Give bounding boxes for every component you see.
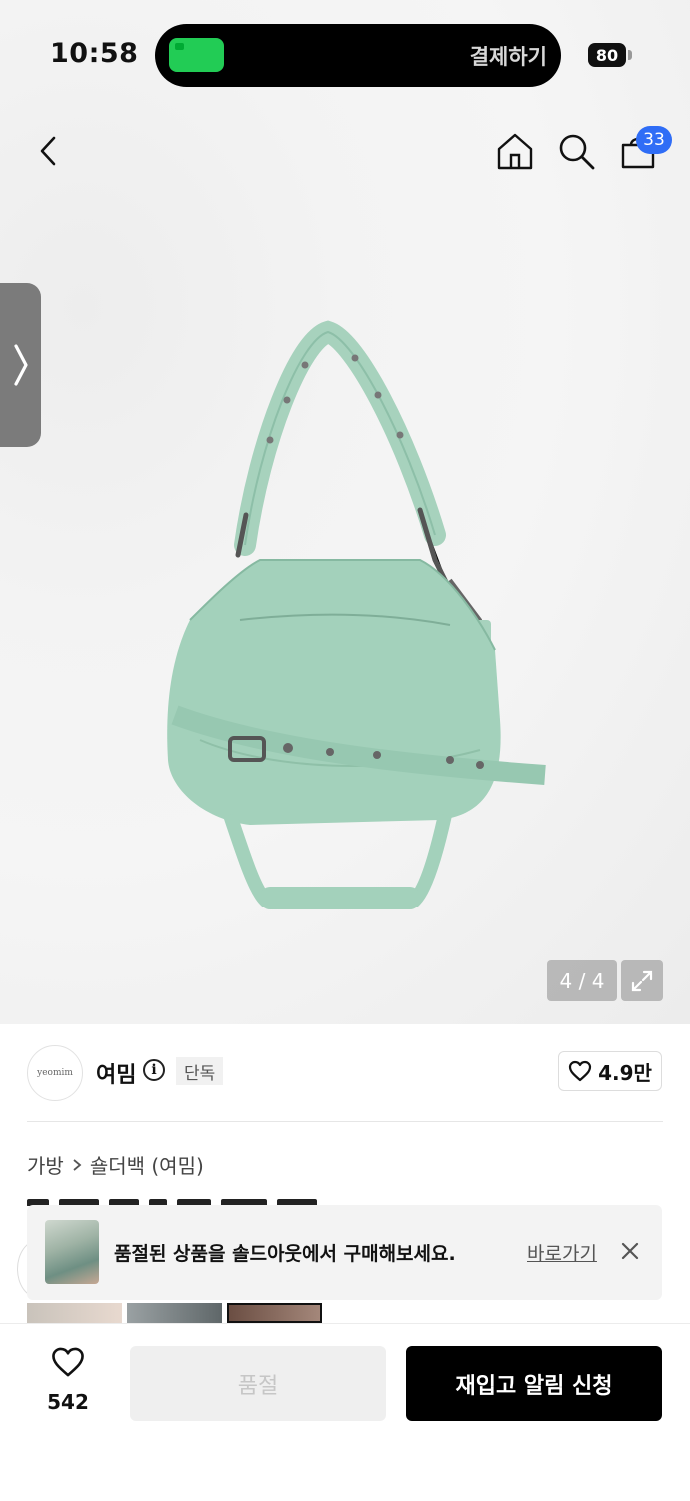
brand-like-button[interactable]: 4.9만 <box>558 1051 662 1091</box>
wishlist-count: 542 <box>47 1390 89 1414</box>
product-title-obscured <box>27 1192 367 1206</box>
search-button[interactable] <box>554 129 598 173</box>
back-button[interactable] <box>27 129 71 173</box>
info-icon[interactable]: i <box>143 1059 165 1081</box>
back-icon <box>40 136 56 166</box>
dynamic-island[interactable]: 결제하기 <box>155 24 561 87</box>
heart-icon <box>52 1347 84 1377</box>
status-time: 10:58 <box>50 38 139 69</box>
breadcrumb-subcategory[interactable]: 숄더백 (여밈) <box>90 1150 204 1179</box>
image-counter: 4 / 4 <box>547 960 617 1001</box>
battery-icon: 80 <box>588 43 626 67</box>
expand-button[interactable] <box>621 960 663 1001</box>
brand-like-count: 4.9만 <box>598 1060 652 1085</box>
chevron-right-icon <box>13 344 28 386</box>
restock-alert-button[interactable]: 재입고 알림 신청 <box>406 1346 662 1421</box>
side-panel-handle[interactable] <box>0 283 41 447</box>
review-thumbnail[interactable] <box>27 1303 122 1323</box>
cart-count-badge: 33 <box>636 126 672 154</box>
divider <box>27 1121 663 1122</box>
app-icon <box>169 38 224 72</box>
brand-logo-text: yeomim <box>37 1068 73 1078</box>
breadcrumb-category[interactable]: 가방 <box>27 1150 64 1179</box>
brand-name[interactable]: 여밈 <box>96 1057 136 1089</box>
home-button[interactable] <box>493 129 537 173</box>
product-image-gallery[interactable]: 10:58 결제하기 80 33 4 / 4 <box>0 0 690 1024</box>
brand-logo[interactable]: yeomim <box>27 1045 83 1101</box>
home-icon <box>497 133 533 170</box>
review-thumbnail[interactable] <box>127 1303 222 1323</box>
live-activity-label: 결제하기 <box>469 45 547 69</box>
battery-tip <box>628 50 632 60</box>
toast-thumbnail <box>45 1220 99 1284</box>
battery-level: 80 <box>595 45 619 65</box>
expand-icon <box>631 970 653 991</box>
soldout-button: 품절 <box>130 1346 386 1421</box>
toast-message: 품절된 상품을 솔드아웃에서 구매해보세요. <box>114 1243 456 1265</box>
close-icon[interactable] <box>619 1240 641 1262</box>
product-image <box>167 320 546 909</box>
exclusive-badge: 단독 <box>176 1057 224 1085</box>
toast-link[interactable]: 바로가기 <box>527 1239 597 1266</box>
chevron-right-icon <box>73 1158 82 1171</box>
review-thumbnail[interactable] <box>227 1303 322 1323</box>
heart-icon <box>568 1060 592 1082</box>
soldout-toast: 품절된 상품을 솔드아웃에서 구매해보세요. 바로가기 <box>27 1205 662 1300</box>
wishlist-button[interactable] <box>40 1346 96 1382</box>
search-icon <box>559 134 595 170</box>
breadcrumb: 가방 숄더백 (여밈) <box>27 1150 204 1179</box>
